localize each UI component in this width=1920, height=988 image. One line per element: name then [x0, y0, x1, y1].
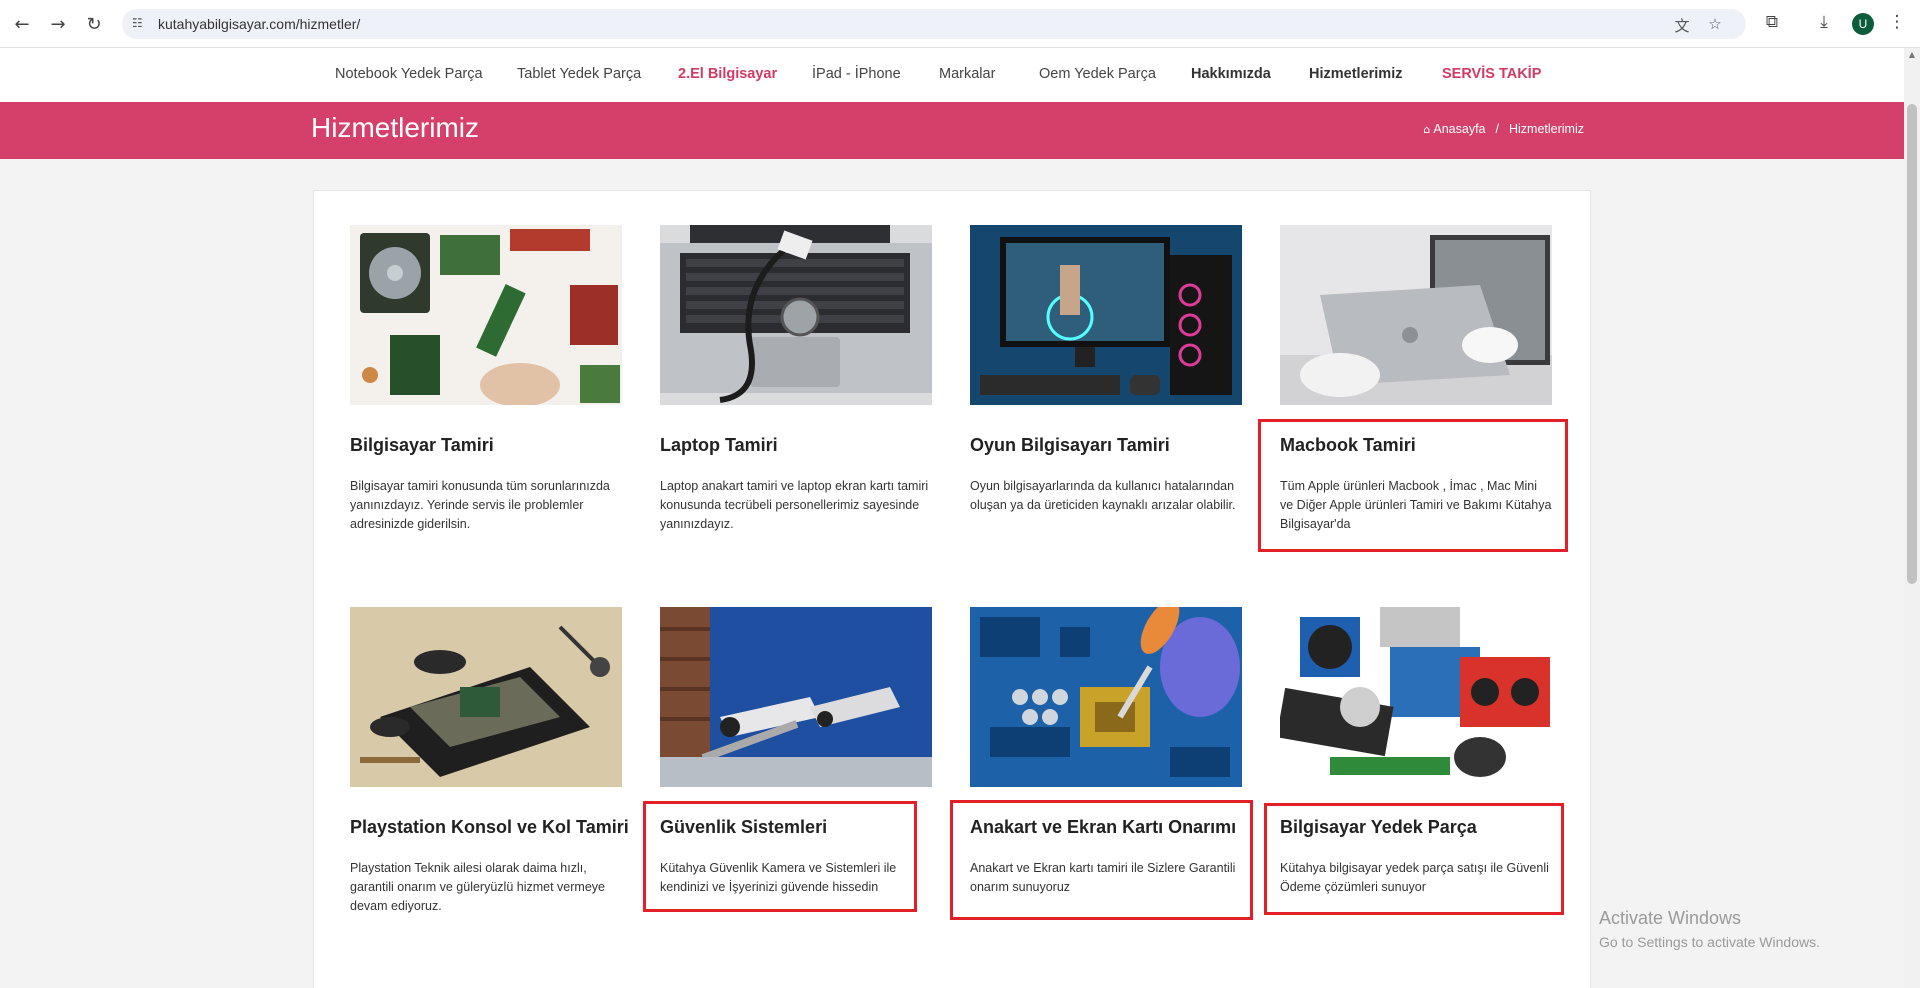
- scrollbar-thumb[interactable]: [1907, 104, 1917, 584]
- nav-item-2el-bilgisayar[interactable]: 2.El Bilgisayar: [678, 66, 777, 82]
- service-image-computer-parts[interactable]: [1280, 607, 1552, 787]
- breadcrumb-current: Hizmetlerimiz: [1509, 122, 1584, 136]
- service-title[interactable]: Oyun Bilgisayarı Tamiri: [970, 435, 1170, 456]
- service-image-motherboard-gpu-repair[interactable]: [970, 607, 1242, 787]
- avatar[interactable]: U: [1852, 13, 1874, 35]
- kebab-menu-icon[interactable]: ⋮: [1885, 12, 1909, 36]
- breadcrumb-home[interactable]: Anasayfa: [1433, 122, 1485, 136]
- translate-icon[interactable]: 文: [1672, 15, 1692, 35]
- tune-icon[interactable]: ☷: [132, 16, 148, 32]
- highlight-box-yedek-parca: [1264, 803, 1564, 915]
- puzzle-icon[interactable]: ⧉: [1760, 12, 1784, 36]
- service-image-security-systems[interactable]: [660, 607, 932, 787]
- arrow-left-icon[interactable]: ←: [10, 12, 34, 36]
- service-image-laptop-repair[interactable]: [660, 225, 932, 405]
- service-title[interactable]: Laptop Tamiri: [660, 435, 778, 456]
- service-description: Playstation Teknik ailesi olarak daima h…: [350, 861, 605, 913]
- scrollbar[interactable]: ▲: [1904, 48, 1920, 988]
- activation-watermark-title: Activate Windows: [1599, 908, 1742, 928]
- nav-item-hakkimizda[interactable]: Hakkımızda: [1191, 66, 1271, 82]
- arrow-right-icon[interactable]: →: [46, 12, 70, 36]
- highlight-box-macbook: [1258, 419, 1568, 552]
- page-header-band: Hizmetlerimiz ⌂ Anasayfa / Hizmetlerimiz: [0, 102, 1904, 159]
- service-title[interactable]: Playstation Konsol ve Kol Tamiri: [350, 817, 629, 838]
- nav-item-hizmetlerimiz[interactable]: Hizmetlerimiz: [1309, 66, 1402, 82]
- activation-watermark-subtitle: Go to Settings to activate Windows.: [1599, 934, 1820, 950]
- service-description: Laptop anakart tamiri ve laptop ekran ka…: [660, 479, 929, 531]
- service-image-computer-repair[interactable]: [350, 225, 622, 405]
- scroll-up-icon[interactable]: ▲: [1907, 50, 1917, 60]
- nav-item-servis-takip[interactable]: SERVİS TAKİP: [1442, 66, 1541, 82]
- star-icon[interactable]: ☆: [1705, 15, 1725, 33]
- nav-item-notebook-yedek-parca[interactable]: Notebook Yedek Parça: [335, 66, 483, 82]
- nav-item-tablet-yedek-parca[interactable]: Tablet Yedek Parça: [517, 66, 641, 82]
- nav-item-markalar[interactable]: Markalar: [939, 66, 995, 82]
- reload-icon[interactable]: ↻: [82, 12, 106, 36]
- download-icon[interactable]: ⤓: [1812, 12, 1836, 36]
- highlight-box-anakart: [950, 800, 1253, 920]
- address-bar[interactable]: ☷ kutahyabilgisayar.com/hizmetler/ 文 ☆: [122, 9, 1746, 39]
- service-description: Oyun bilgisayarlarında da kullanıcı hata…: [970, 479, 1236, 512]
- breadcrumb-separator: /: [1495, 122, 1499, 136]
- service-image-macbook-repair[interactable]: [1280, 225, 1552, 405]
- browser-toolbar: ← → ↻ ☷ kutahyabilgisayar.com/hizmetler/…: [0, 0, 1920, 48]
- service-image-playstation-repair[interactable]: [350, 607, 622, 787]
- breadcrumb: ⌂ Anasayfa / Hizmetlerimiz: [1423, 122, 1584, 136]
- site-navigation: Notebook Yedek Parça Tablet Yedek Parça …: [0, 48, 1904, 102]
- page-title: Hizmetlerimiz: [311, 112, 479, 143]
- service-image-gaming-pc-repair[interactable]: [970, 225, 1242, 405]
- home-icon[interactable]: ⌂: [1423, 123, 1430, 136]
- url-text[interactable]: kutahyabilgisayar.com/hizmetler/: [158, 16, 360, 32]
- nav-item-ipad-iphone[interactable]: İPad - İPhone: [812, 66, 901, 82]
- service-description: Bilgisayar tamiri konusunda tüm sorunlar…: [350, 479, 610, 531]
- nav-item-oem-yedek-parca[interactable]: Oem Yedek Parça: [1039, 66, 1156, 82]
- highlight-box-guvenlik: [643, 801, 917, 912]
- service-title[interactable]: Bilgisayar Tamiri: [350, 435, 494, 456]
